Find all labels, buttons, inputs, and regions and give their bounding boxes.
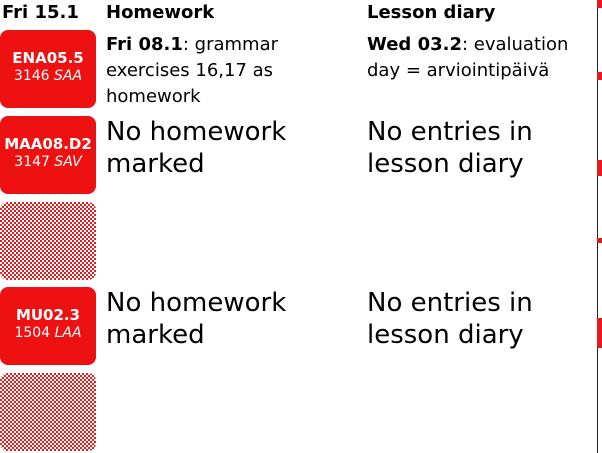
course-code: MAA08.D2 [4,135,92,153]
no-homework-message: No homework marked [106,288,287,350]
lesson-card-mu02-3[interactable]: MU02.3 1504 LAA [0,287,96,365]
teacher-code: SAV [54,154,82,170]
room-teacher: 3146 SAA [0,67,96,85]
scroll-marker [597,72,602,80]
empty-period-slot [0,202,96,280]
no-diary-message: No entries in lesson diary [367,117,533,179]
scroll-marker [597,318,602,348]
room-teacher: 3147 SAV [0,153,96,171]
diary-date: Wed 03.2 [367,34,462,55]
timetable-day-view: Fri 15.1 Homework Lesson diary ENA05.5 3… [0,0,602,453]
scroll-marker [597,160,602,176]
empty-period-slot [0,373,96,451]
lesson-card-maa08-d2[interactable]: MAA08.D2 3147 SAV [0,116,96,194]
room-number: 3146 [13,68,50,84]
room-teacher: 1504 LAA [0,324,96,342]
no-homework-message: No homework marked [106,117,287,179]
homework-column-header: Homework [106,2,215,23]
scrollbar[interactable] [597,0,602,453]
room-number: 1504 [14,325,51,341]
day-header: Fri 15.1 [2,2,79,23]
diary-entry: Wed 03.2: evaluation day = arviointipäiv… [367,32,595,84]
teacher-code: LAA [54,325,82,341]
lesson-diary-column-header: Lesson diary [367,2,496,23]
scroll-marker [597,238,602,243]
scroll-marker [597,0,602,8]
lesson-card-ena05-5[interactable]: ENA05.5 3146 SAA [0,30,96,108]
teacher-code: SAA [54,68,83,84]
course-code: ENA05.5 [12,49,84,67]
course-code: MU02.3 [15,306,81,324]
room-number: 3147 [14,154,50,170]
no-diary-message: No entries in lesson diary [367,288,533,350]
homework-date: Fri 08.1 [106,34,183,55]
homework-entry: Fri 08.1: grammar exercises 16,17 as hom… [106,32,346,110]
